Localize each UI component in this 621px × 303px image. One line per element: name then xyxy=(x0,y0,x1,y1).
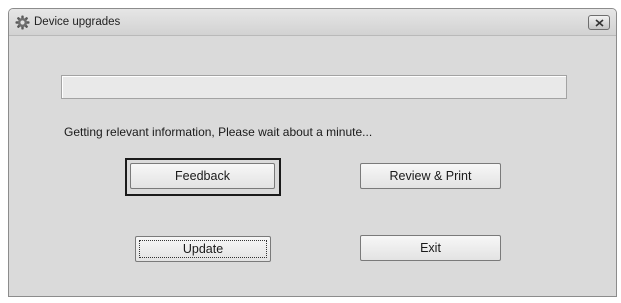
device-upgrades-window: Device upgrades Getting relevant informa… xyxy=(8,8,617,297)
close-button[interactable] xyxy=(588,15,610,30)
status-message: Getting relevant information, Please wai… xyxy=(64,125,373,139)
dialog-content: Getting relevant information, Please wai… xyxy=(9,36,616,296)
update-button[interactable]: Update xyxy=(135,236,271,262)
close-icon xyxy=(595,19,604,27)
feedback-button[interactable]: Feedback xyxy=(130,163,275,189)
exit-button[interactable]: Exit xyxy=(360,235,501,261)
gear-icon xyxy=(15,15,30,30)
progress-bar xyxy=(61,75,567,99)
title-bar: Device upgrades xyxy=(9,9,616,36)
window-title: Device upgrades xyxy=(34,16,121,28)
review-print-button[interactable]: Review & Print xyxy=(360,163,501,189)
